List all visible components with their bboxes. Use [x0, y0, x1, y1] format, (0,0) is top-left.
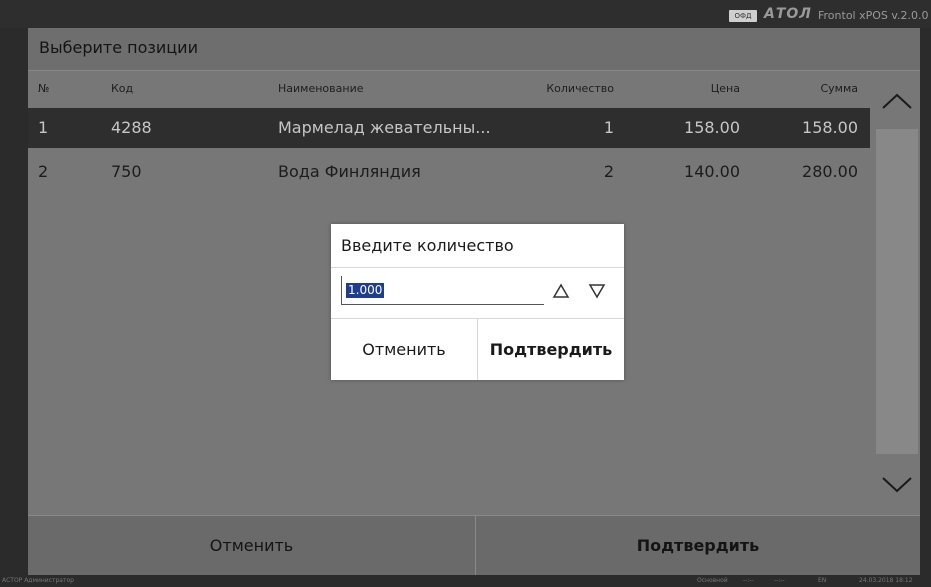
status-user: АСТОР Администратор	[2, 577, 74, 584]
status-d1: --:--	[743, 577, 754, 584]
row-sum: 280.00	[802, 162, 858, 181]
col-number: №	[38, 82, 50, 95]
dialog-confirm-button[interactable]: Подтвердить	[478, 319, 624, 380]
scroll-track[interactable]	[876, 129, 918, 454]
dialog-cancel-button[interactable]: Отменить	[331, 319, 477, 380]
table-row[interactable]: 2 750 Вода Финляндия 2 140.00 280.00	[28, 152, 870, 192]
divider	[331, 267, 624, 268]
app-version: Frontol xPOS v.2.0.0	[818, 9, 929, 22]
row-number: 1	[38, 118, 49, 137]
row-sum: 158.00	[802, 118, 858, 137]
quantity-dialog: Введите количество 1.000 Отменить Подтве…	[331, 224, 624, 380]
row-code: 750	[111, 162, 142, 181]
col-sum: Сумма	[820, 82, 858, 95]
triangle-down-icon	[588, 284, 606, 299]
scroll-up-button[interactable]	[874, 73, 920, 129]
row-code: 4288	[111, 118, 152, 137]
status-datetime: 24.03.2018 18:12	[859, 577, 913, 584]
scrollbar	[874, 71, 920, 505]
chevron-up-icon	[882, 93, 912, 109]
col-quantity: Количество	[546, 82, 614, 95]
scroll-down-button[interactable]	[874, 457, 920, 513]
status-d2: --:--	[774, 577, 785, 584]
decrement-button[interactable]	[587, 281, 607, 301]
row-price: 140.00	[684, 162, 740, 181]
row-price: 158.00	[684, 118, 740, 137]
row-number: 2	[38, 162, 49, 181]
status-bar: АСТОР Администратор Основной --:-- --:--…	[0, 576, 931, 587]
row-name: Вода Финляндия	[278, 162, 421, 181]
cancel-button[interactable]: Отменить	[28, 516, 475, 575]
increment-button[interactable]	[551, 281, 571, 301]
brand-logo: АТОЛ	[764, 6, 812, 22]
row-quantity: 2	[603, 162, 614, 181]
row-name: Мармелад жевательны...	[278, 118, 491, 137]
chevron-down-icon	[882, 477, 912, 493]
table-header: № Код Наименование Количество Цена Сумма	[28, 71, 870, 107]
col-code: Код	[111, 82, 134, 95]
status-language: EN	[818, 577, 827, 584]
top-bar: ОФД АТОЛ Frontol xPOS v.2.0.0	[0, 0, 931, 28]
confirm-button[interactable]: Подтвердить	[476, 516, 920, 575]
dialog-title: Введите количество	[341, 236, 514, 255]
status-mode: Основной	[697, 577, 728, 584]
ofd-badge: ОФД	[729, 10, 757, 22]
window-title-bar: Выберите позиции	[28, 28, 920, 71]
col-name: Наименование	[278, 82, 364, 95]
triangle-up-icon	[552, 283, 570, 298]
table-row[interactable]: 1 4288 Мармелад жевательны... 1 158.00 1…	[28, 108, 870, 148]
bottom-buttons: Отменить Подтвердить	[28, 515, 920, 575]
col-price: Цена	[710, 82, 740, 95]
row-quantity: 1	[603, 118, 614, 137]
quantity-value-selected: 1.000	[346, 283, 385, 298]
window-title: Выберите позиции	[39, 38, 198, 57]
